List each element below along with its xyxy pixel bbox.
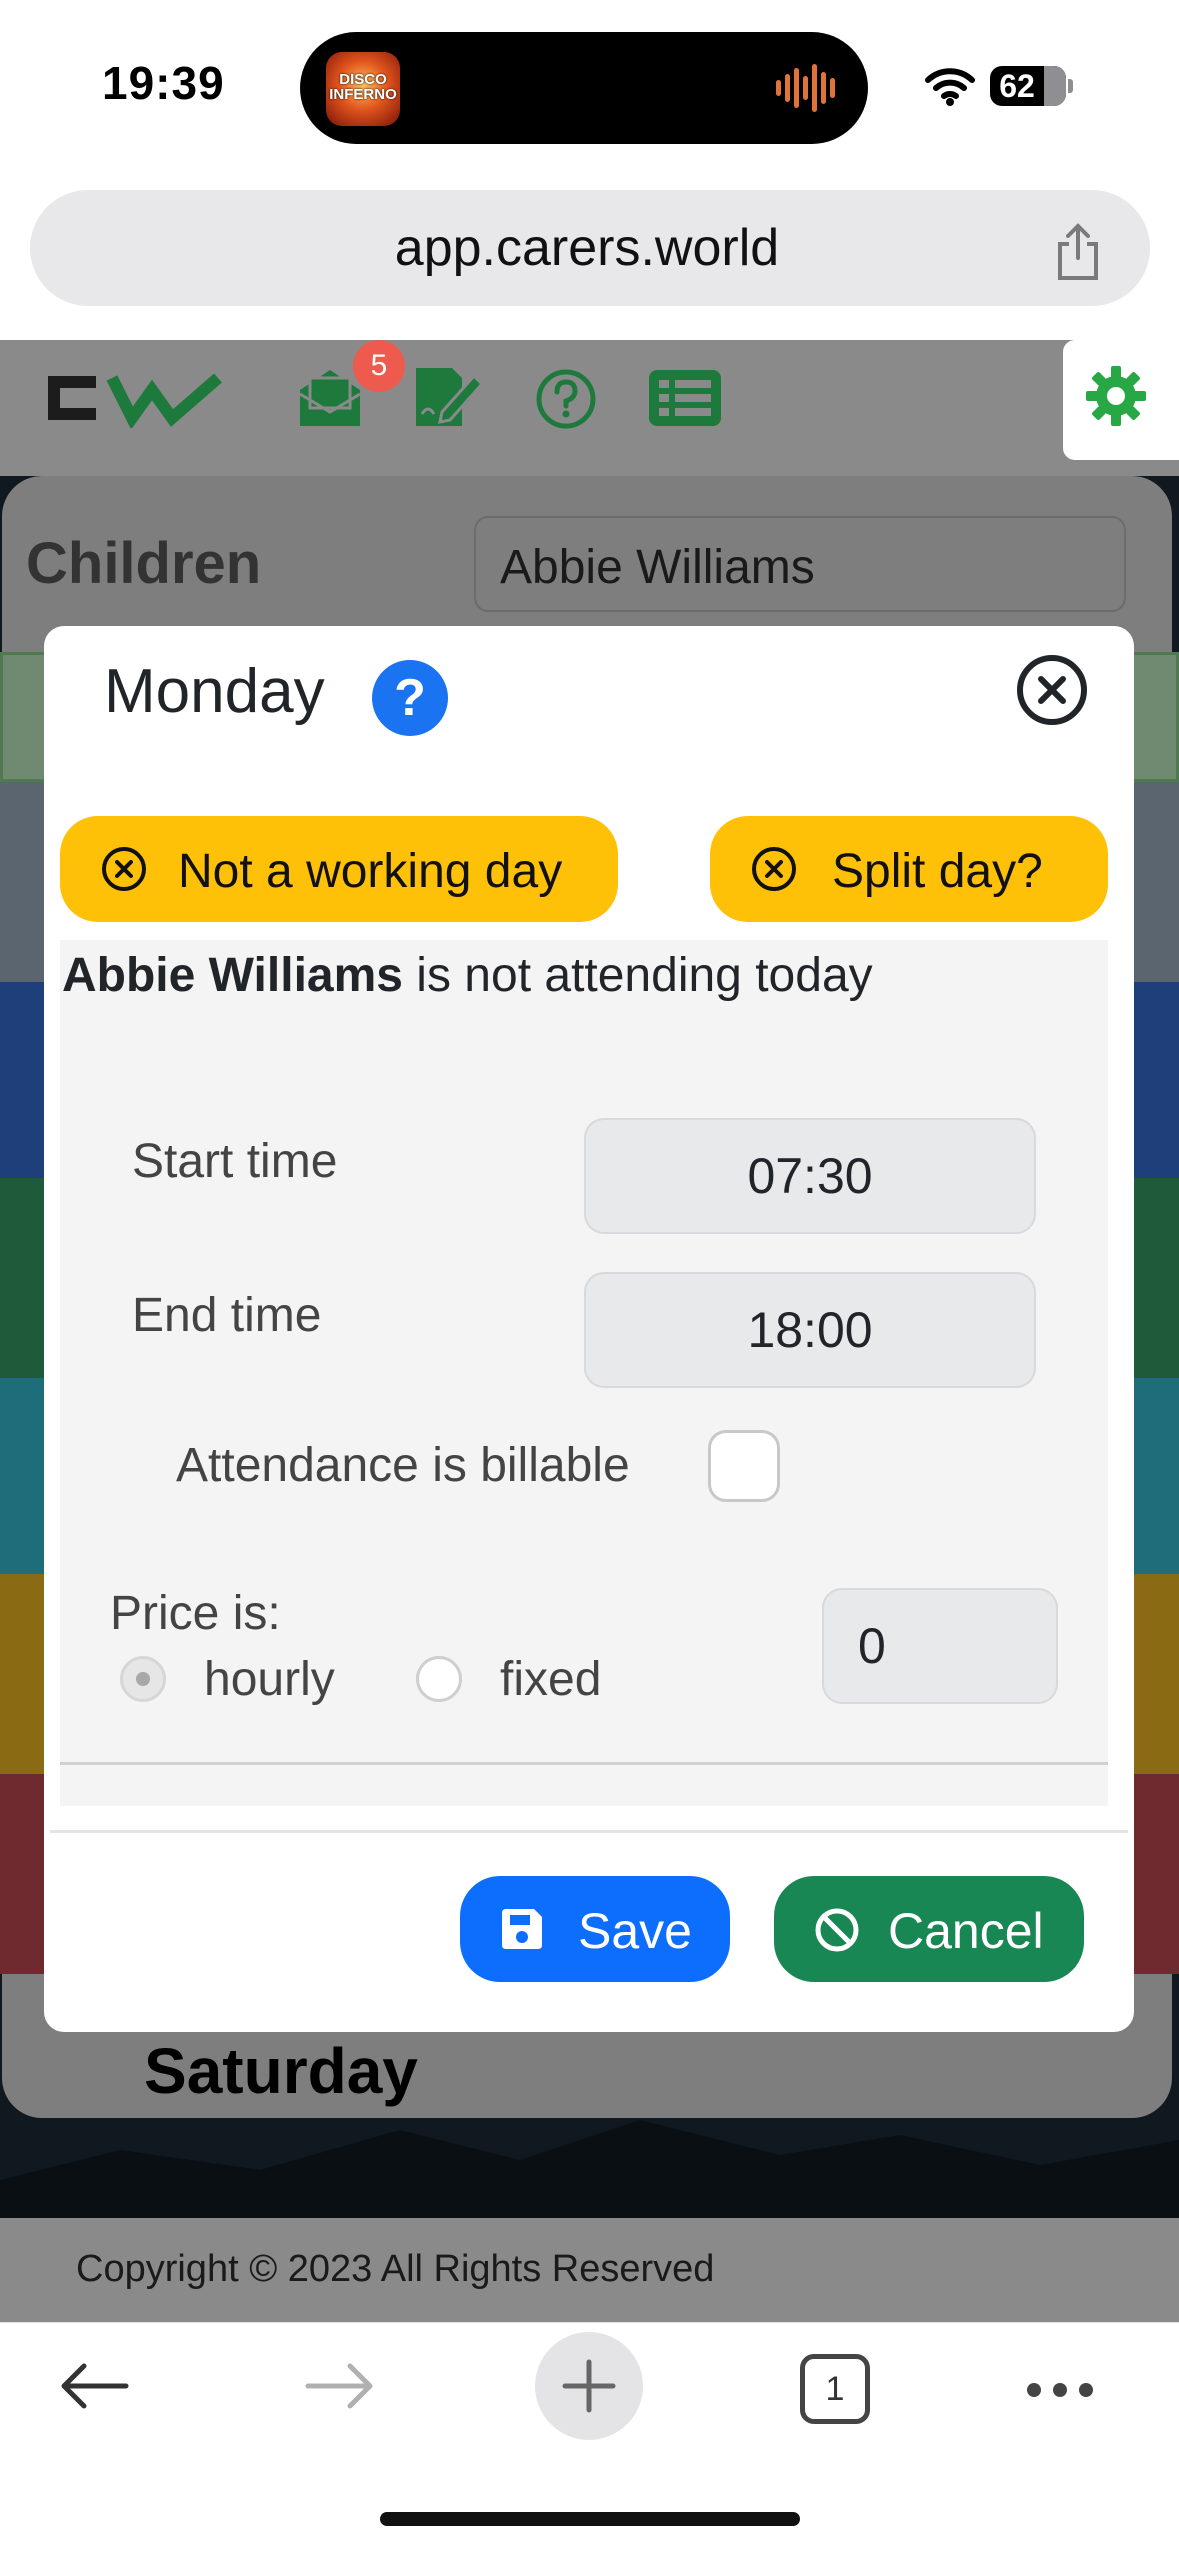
share-icon[interactable] — [1052, 222, 1104, 282]
wifi-icon — [925, 68, 975, 106]
home-indicator — [380, 2512, 800, 2526]
price-hourly-label[interactable]: hourly — [204, 1652, 335, 1707]
notification-badge: 5 — [353, 340, 405, 392]
mountain-silhouette — [0, 2120, 1179, 2218]
not-working-day-button[interactable]: Not a working day — [60, 816, 618, 922]
price-input[interactable]: 0 — [822, 1588, 1058, 1704]
page-footer: Copyright © 2023 All Rights Reserved — [0, 2218, 1179, 2322]
signature-icon[interactable] — [412, 364, 484, 430]
not-working-day-label: Not a working day — [178, 845, 563, 898]
modal-footer-divider — [50, 1830, 1128, 1833]
save-label: Save — [578, 1903, 692, 1959]
billable-label: Attendance is billable — [176, 1439, 630, 1492]
split-day-button[interactable]: Split day? — [710, 816, 1108, 922]
more-icon[interactable] — [1024, 2380, 1096, 2400]
price-hourly-radio[interactable] — [120, 1656, 166, 1702]
plus-icon[interactable] — [561, 2358, 617, 2414]
start-time-label: Start time — [132, 1135, 338, 1188]
forward-arrow-icon[interactable] — [304, 2362, 376, 2410]
carers-world-logo[interactable] — [40, 368, 230, 428]
end-time-input[interactable]: 18:00 — [584, 1272, 1036, 1388]
now-playing-artwork[interactable]: DISCO INFERNO — [326, 52, 400, 126]
ban-icon — [815, 1908, 859, 1952]
price-label: Price is: — [110, 1587, 281, 1640]
battery-icon: 62 — [990, 66, 1066, 106]
modal-help-button[interactable]: ? — [372, 660, 448, 736]
modal-title: Monday — [104, 657, 325, 726]
start-time-input[interactable]: 07:30 — [584, 1118, 1036, 1234]
tabs-button[interactable]: 1 — [800, 2354, 870, 2424]
end-time-label: End time — [132, 1289, 322, 1342]
close-icon[interactable] — [1014, 652, 1090, 728]
circle-x-icon — [102, 847, 146, 891]
cancel-label: Cancel — [888, 1903, 1044, 1959]
save-button[interactable]: Save — [460, 1876, 730, 1982]
price-fixed-radio[interactable] — [416, 1656, 462, 1702]
url-text[interactable]: app.carers.world — [30, 190, 1150, 306]
cancel-button[interactable]: Cancel — [774, 1876, 1084, 1982]
child-select[interactable]: Abbie Williams — [474, 516, 1126, 612]
price-fixed-label[interactable]: fixed — [500, 1652, 601, 1707]
billable-checkbox[interactable] — [708, 1430, 780, 1502]
gear-icon[interactable] — [1084, 364, 1148, 428]
list-icon[interactable] — [649, 370, 721, 426]
attendance-notice: Abbie Williams is not attending today — [62, 949, 873, 1002]
circle-x-icon — [752, 847, 796, 891]
audio-waveform-icon — [776, 64, 835, 112]
help-icon[interactable] — [535, 368, 597, 430]
children-label: Children — [26, 531, 262, 596]
floppy-disk-icon — [502, 1909, 542, 1949]
back-arrow-icon[interactable] — [58, 2362, 130, 2410]
divider — [60, 1762, 1108, 1765]
status-time: 19:39 — [102, 57, 225, 109]
split-day-label: Split day? — [832, 845, 1043, 898]
